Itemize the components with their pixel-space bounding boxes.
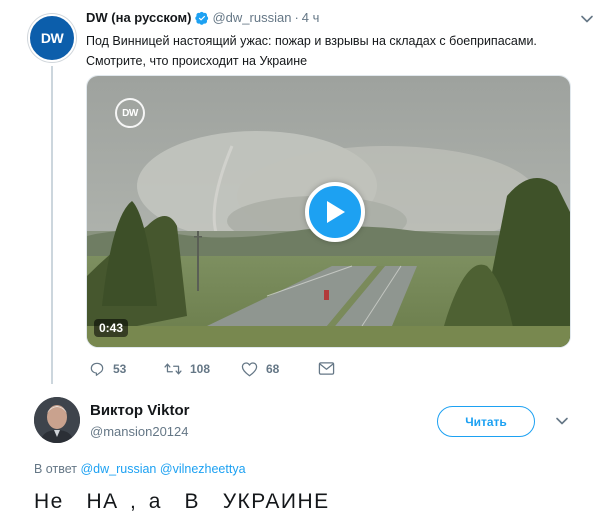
dm-icon [318,362,335,375]
follow-button[interactable]: Читать [437,406,535,437]
reply-icon [90,362,104,376]
play-icon [327,201,345,223]
like-count: 68 [266,362,280,376]
retweet-icon [164,363,182,375]
tweet-header: DW (на русском) @dw_russian · 4 ч [86,10,319,25]
mention-link[interactable]: @dw_russian [80,462,156,476]
video-duration: 0:43 [94,319,129,337]
reply-action[interactable]: 53 [89,361,126,377]
mention-link[interactable]: @vilnezheettya [160,462,246,476]
retweet-action[interactable]: 108 [164,361,210,377]
watermark-text: DW [122,107,138,119]
tweet-text: Под Винницей настоящий ужас: пожар и взр… [86,34,537,68]
reply-count: 53 [113,362,127,376]
reply-author-handle[interactable]: @mansion20124 [90,424,188,439]
dm-action[interactable] [318,361,335,376]
dw-avatar[interactable]: DW [28,14,76,62]
person-avatar-image [34,397,80,443]
author-handle[interactable]: @dw_russian [212,10,291,25]
video-player[interactable]: DW 0:43 [86,75,571,348]
like-icon [241,362,258,377]
play-button[interactable] [305,182,365,242]
reply-context: В ответ @dw_russian @vilnezheettya [34,462,246,476]
dw-logo-text: DW [40,30,64,46]
thread-line [51,66,53,384]
caret-down-icon[interactable] [580,12,594,26]
reply-to-prefix: В ответ [34,462,77,476]
dw-watermark: DW [115,98,145,128]
caret-down-icon[interactable] [555,414,569,428]
verified-icon [195,11,209,25]
reply-author-name[interactable]: Виктор Viktor [90,402,189,419]
reply-text: Не НА , а В УКРАИНЕ [34,490,330,513]
separator-dot: · [294,10,299,25]
tweet-time[interactable]: 4 ч [302,10,320,25]
reply-avatar[interactable] [34,397,80,443]
like-action[interactable]: 68 [241,361,279,377]
retweet-count: 108 [190,362,211,376]
author-name[interactable]: DW (на русском) [86,10,191,25]
